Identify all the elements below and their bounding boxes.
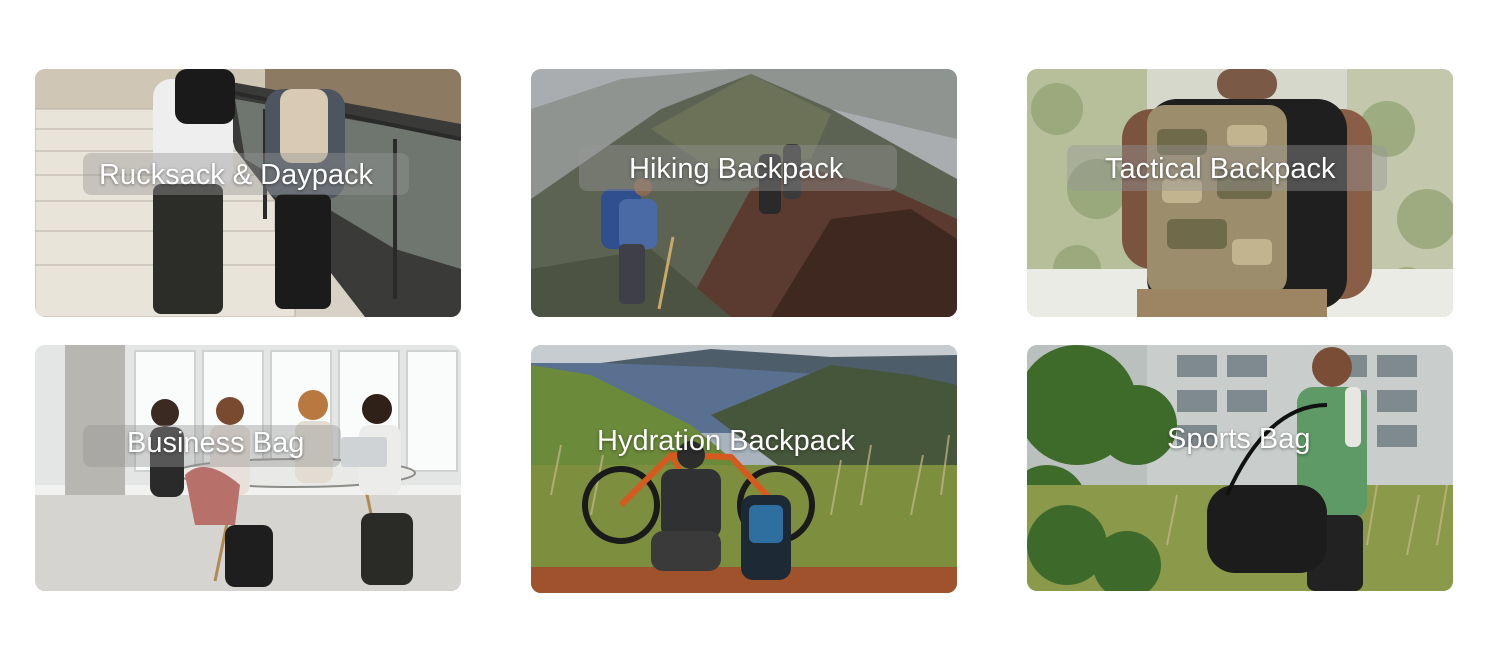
category-card-tactical-backpack[interactable]: Tactical Backpack xyxy=(1027,69,1453,317)
category-label: Sports Bag xyxy=(1167,423,1311,455)
category-card-business-bag[interactable]: Business Bag xyxy=(35,345,461,591)
sports-bag-photo xyxy=(1027,345,1453,591)
category-label: Rucksack & Daypack xyxy=(99,159,373,191)
category-card-hydration-backpack[interactable]: Hydration Backpack xyxy=(531,345,957,593)
category-card-hiking-backpack[interactable]: Hiking Backpack xyxy=(531,69,957,317)
business-bag-photo xyxy=(35,345,461,591)
hiking-backpack-photo xyxy=(531,69,957,317)
category-label: Hiking Backpack xyxy=(629,153,844,185)
category-label: Hydration Backpack xyxy=(597,425,855,457)
category-card-sports-bag[interactable]: Sports Bag xyxy=(1027,345,1453,591)
tactical-backpack-photo xyxy=(1027,69,1453,317)
category-label: Tactical Backpack xyxy=(1105,153,1336,185)
category-card-rucksack-daypack[interactable]: Rucksack & Daypack xyxy=(35,69,461,317)
hydration-backpack-photo xyxy=(531,345,957,593)
category-label: Business Bag xyxy=(127,427,305,459)
